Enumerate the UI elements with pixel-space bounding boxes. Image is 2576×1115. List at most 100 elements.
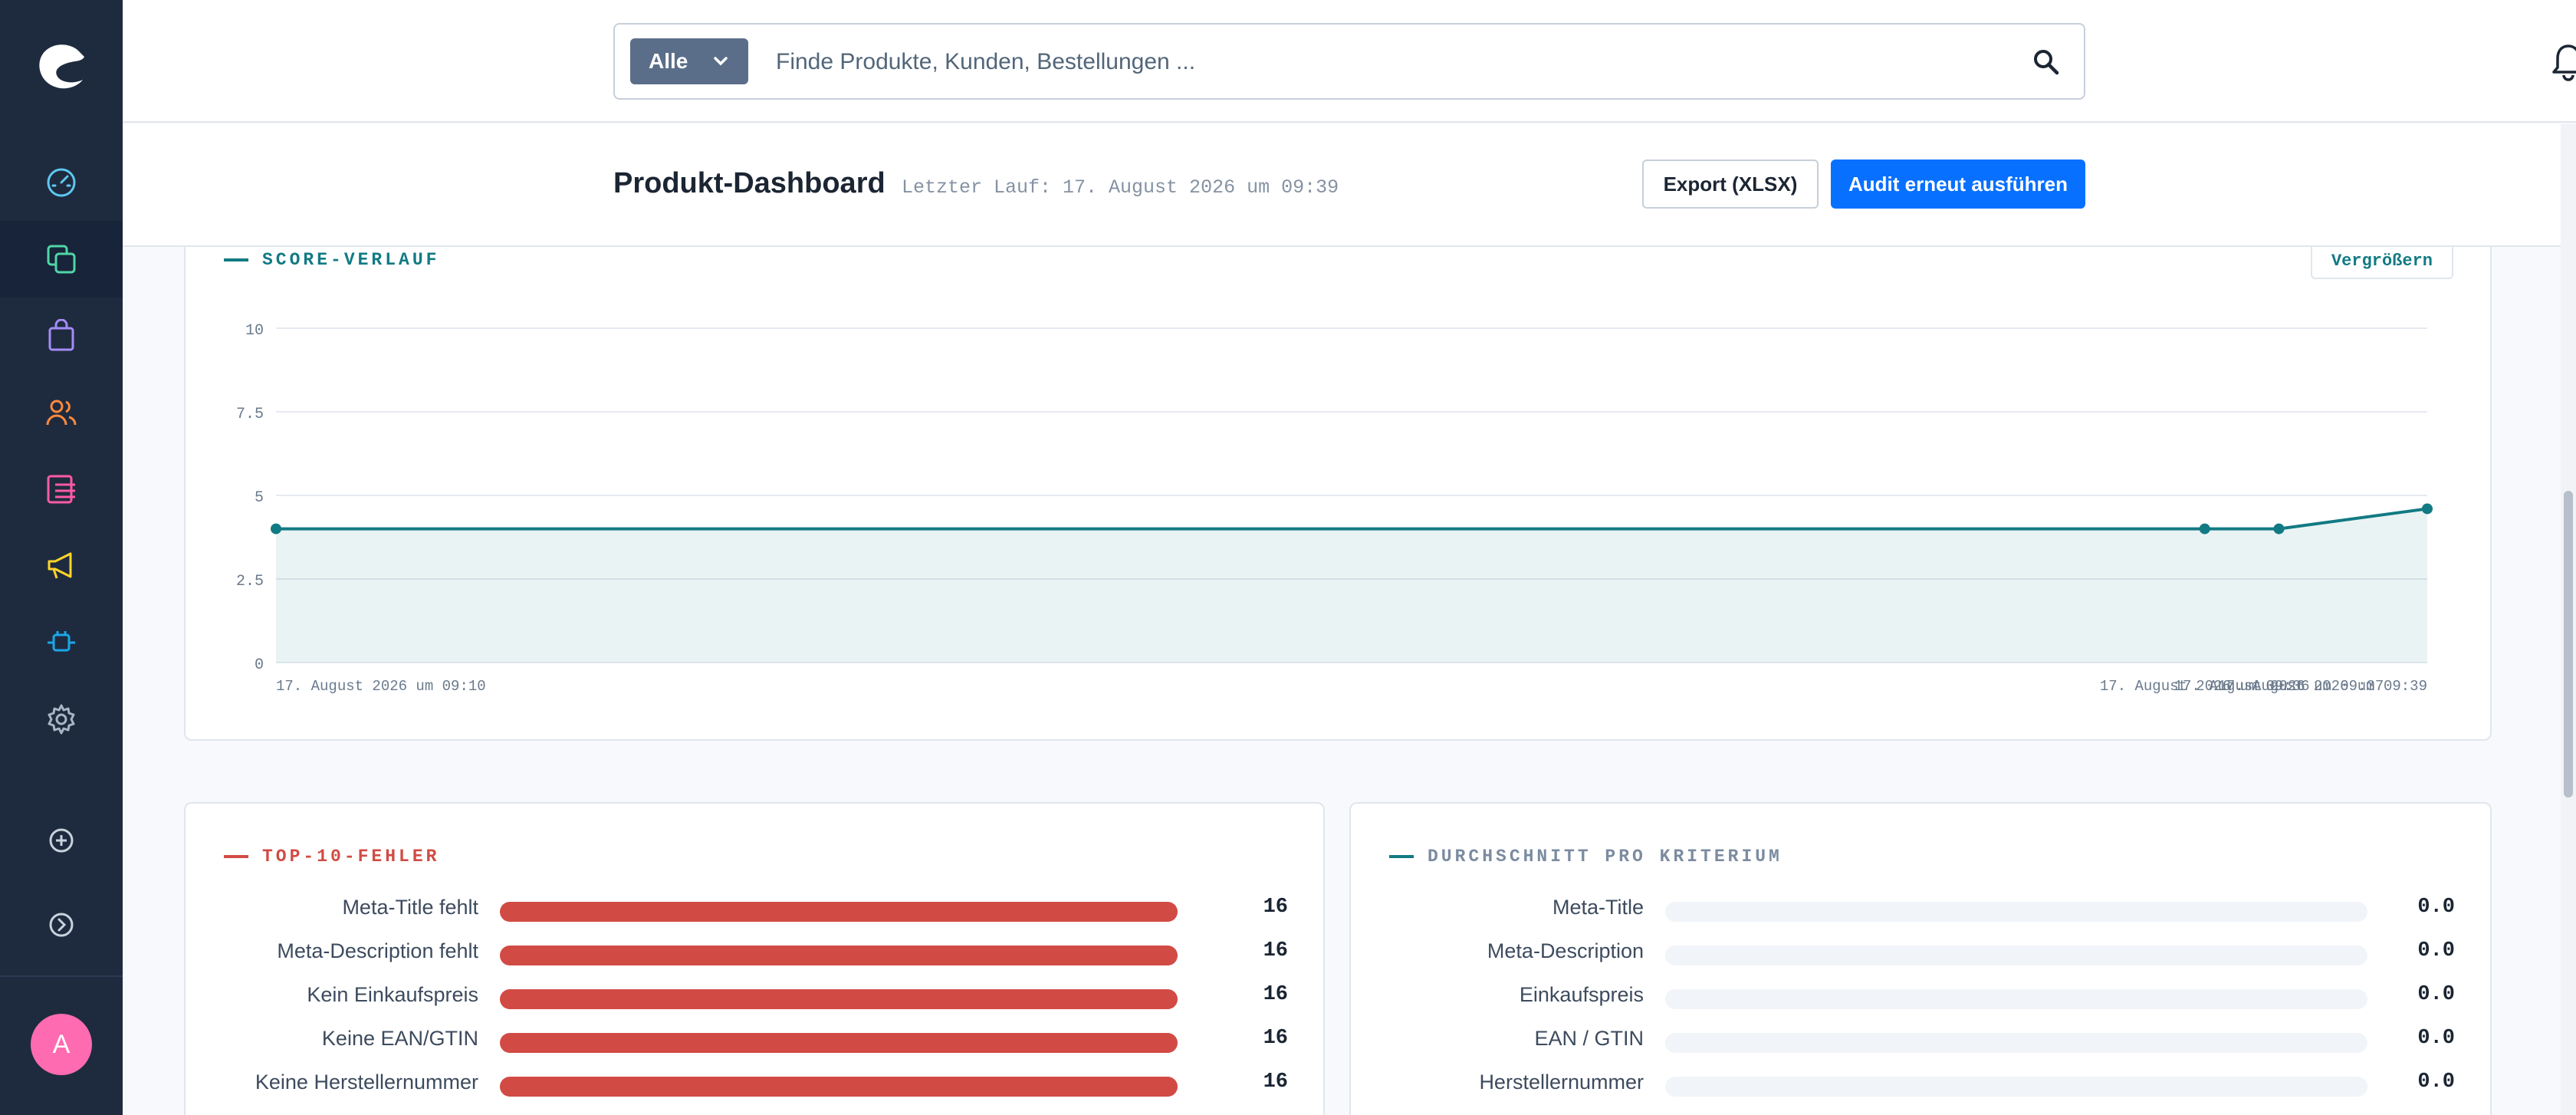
page-title: Produkt-Dashboard (613, 167, 886, 199)
row-value: 16 (1263, 896, 1288, 919)
average-per-criterion-card: DURCHSCHNITT PRO KRITERIUM Meta-Title 0.0… (1349, 802, 2492, 1115)
shopware-logo-icon[interactable] (31, 40, 92, 94)
chart-y-tick-label: 2.5 (236, 573, 264, 590)
list-item: Meta-Description fehlt 16 (186, 936, 1326, 967)
settings-gear-icon (48, 704, 75, 735)
global-search: Alle (613, 23, 2085, 100)
bar-track (1665, 902, 2367, 922)
page-scrollbar[interactable] (2561, 124, 2576, 1115)
list-item: Meta-Title 0.0 (1351, 893, 2493, 923)
row-value: 0.0 (2417, 896, 2455, 919)
bar-fill (500, 1077, 1178, 1097)
row-label: Keine EAN/GTIN (321, 1027, 478, 1050)
customers-users-icon (46, 400, 77, 426)
row-value: 0.0 (2417, 939, 2455, 962)
bar-track (500, 1033, 1178, 1053)
nav-marketing[interactable] (0, 528, 123, 604)
bell-icon[interactable] (2550, 43, 2576, 81)
expand-sidebar-button[interactable] (0, 886, 123, 963)
bar-track (500, 989, 1178, 1009)
list-item: Kein Einkaufspreis 16 (186, 980, 1326, 1011)
bar-track (500, 1077, 1178, 1097)
nav-customers[interactable] (0, 374, 123, 451)
row-label: Meta-Title fehlt (342, 896, 478, 919)
list-item: Keine EAN/GTIN 16 (186, 1024, 1326, 1054)
card-title-marker (224, 855, 248, 858)
add-button[interactable] (0, 802, 123, 879)
chart-y-tick-label: 0 (255, 656, 264, 674)
errors-card-header: TOP-10-FEHLER (224, 847, 439, 867)
avg-card-header: DURCHSCHNITT PRO KRITERIUM (1389, 847, 1783, 867)
rerun-audit-button[interactable]: Audit erneut ausführen (1831, 160, 2085, 209)
chart-y-tick-label: 7.5 (236, 406, 264, 423)
expand-circle-icon (49, 913, 74, 937)
bar-track (1665, 989, 2367, 1009)
bar-track (1665, 1033, 2367, 1053)
extensions-plug-icon (48, 631, 75, 652)
chart-data-point (2199, 523, 2210, 534)
chart-y-tick-label: 5 (255, 489, 264, 507)
nav-dashboard[interactable] (0, 144, 123, 221)
errors-card-title: TOP-10-FEHLER (262, 847, 440, 867)
search-input[interactable] (776, 40, 1926, 84)
chart-x-tick-label: 17. August 2026 um 09:39 (2217, 678, 2427, 695)
bar-track (500, 902, 1178, 922)
card-title-marker (1389, 855, 1414, 858)
last-run-text: Letzter Lauf: 17. August 2026 um 09:39 (902, 176, 1339, 199)
topbar: Alle (123, 0, 2576, 123)
search-type-select[interactable]: Alle (630, 38, 748, 84)
nav-orders[interactable] (0, 298, 123, 374)
list-item: Keine Herstellernummer 16 (186, 1067, 1326, 1098)
nav-settings[interactable] (0, 681, 123, 758)
chart-series-line (276, 507, 2428, 531)
scrollbar-thumb[interactable] (2564, 491, 2573, 798)
dashboard-gauge-icon (47, 168, 76, 197)
add-circle-icon (49, 828, 74, 853)
chart-data-point (2273, 523, 2285, 534)
products-stack-icon (47, 245, 76, 274)
bar-track (1665, 946, 2367, 965)
list-item: Herstellernummer 0.0 (1351, 1067, 2493, 1098)
bar-track (1665, 1077, 2367, 1097)
row-label: Meta-Description fehlt (277, 939, 478, 962)
chart-data-point (271, 523, 281, 534)
row-value: 0.0 (2417, 983, 2455, 1006)
search-icon[interactable] (2032, 48, 2061, 77)
chart-data-point (2422, 503, 2433, 515)
row-label: Keine Herstellernummer (255, 1071, 478, 1094)
page-header: Produkt-Dashboard Letzter Lauf: 17. Augu… (123, 124, 2561, 247)
avatar[interactable]: A (31, 1014, 92, 1075)
nav-content[interactable] (0, 451, 123, 528)
row-label: Meta-Title (1552, 896, 1644, 919)
bar-fill (500, 989, 1178, 1009)
row-value: 16 (1263, 1027, 1288, 1050)
row-label: Einkaufspreis (1519, 983, 1644, 1006)
list-item: Einkaufspreis 0.0 (1351, 980, 2493, 1011)
row-label: Kein Einkaufspreis (307, 983, 478, 1006)
bar-fill (500, 1033, 1178, 1053)
row-label: EAN / GTIN (1534, 1027, 1644, 1050)
marketing-megaphone-icon (48, 552, 72, 579)
row-value: 16 (1263, 1071, 1288, 1094)
nav-products[interactable] (0, 221, 123, 298)
top-errors-card: TOP-10-FEHLER Meta-Title fehlt 16 Meta-Des… (184, 802, 1325, 1115)
search-type-label: Alle (649, 49, 688, 73)
bar-fill (500, 946, 1178, 965)
chart-series-area (276, 508, 2427, 663)
list-item: EAN / GTIN 0.0 (1351, 1024, 2493, 1054)
chart-x-tick-label: 17. August 2026 um 09:10 (276, 678, 486, 695)
chart-y-tick-label: 10 (245, 322, 264, 340)
sidebar-divider (0, 975, 123, 977)
row-value: 16 (1263, 939, 1288, 962)
nav-extensions[interactable] (0, 604, 123, 681)
list-item: Meta-Title fehlt 16 (186, 893, 1326, 923)
export-xlsx-button[interactable]: Export (XLSX) (1642, 160, 1819, 209)
sidebar: A (0, 0, 123, 1115)
row-value: 0.0 (2417, 1071, 2455, 1094)
row-label: Herstellernummer (1479, 1071, 1644, 1094)
content-list-icon (47, 475, 75, 504)
chevron-down-icon (714, 57, 728, 66)
avg-card-title: DURCHSCHNITT PRO KRITERIUM (1428, 847, 1783, 867)
bar-track (500, 946, 1178, 965)
row-label: Meta-Description (1487, 939, 1644, 962)
